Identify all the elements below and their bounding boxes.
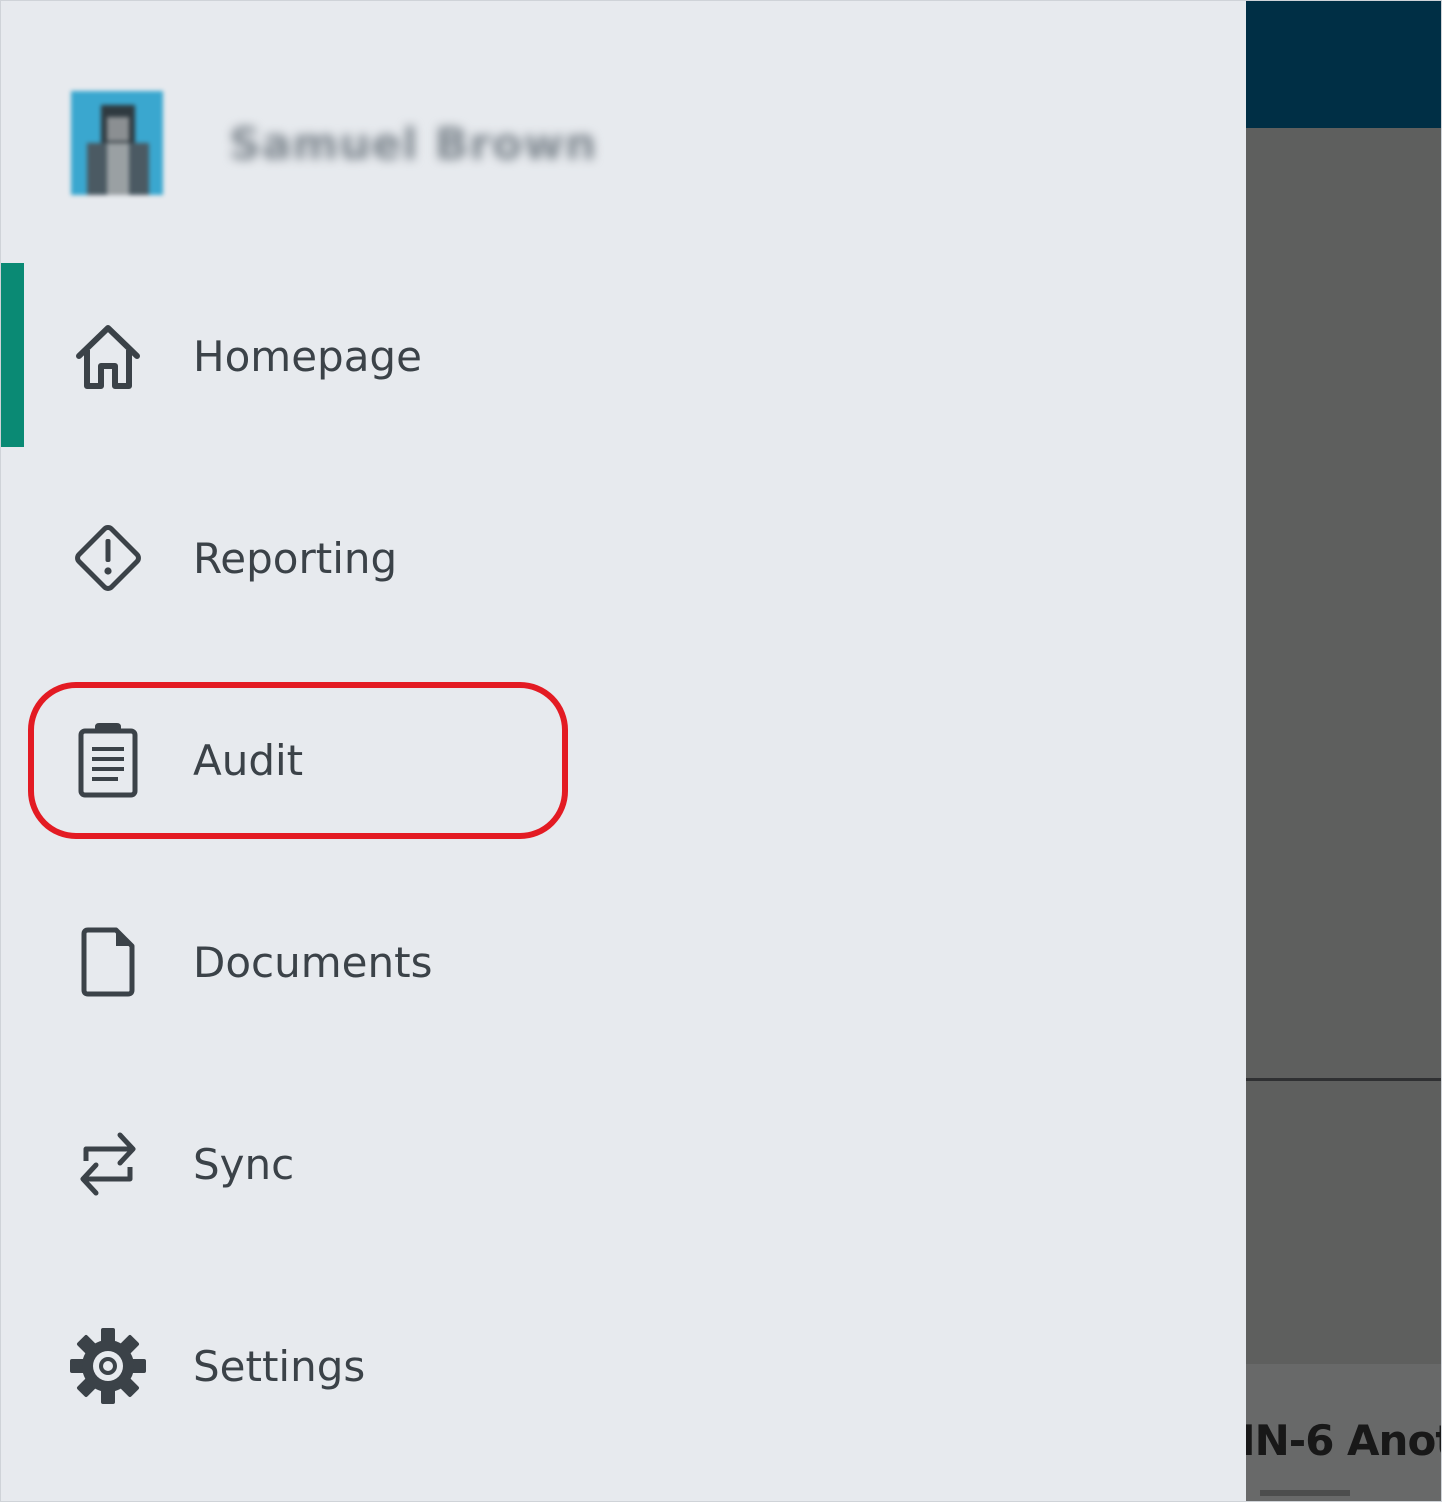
nav-item-documents[interactable]: Documents (1, 902, 601, 1022)
nav-item-sync[interactable]: Sync (1, 1104, 601, 1224)
app-top-bar (1246, 1, 1441, 128)
warning-diamond-icon (67, 517, 149, 599)
nav-item-label: Settings (193, 1341, 366, 1391)
content-divider (1246, 1078, 1441, 1081)
document-icon (67, 921, 149, 1003)
sync-icon (67, 1123, 149, 1205)
user-profile[interactable]: Samuel Brown (57, 79, 597, 209)
nav-item-label: Documents (193, 937, 433, 987)
app-frame: IN-6 Anot Samuel Brown Homepage Reportin… (0, 0, 1442, 1502)
nav-item-label: Sync (193, 1139, 295, 1189)
nav-item-reporting[interactable]: Reporting (1, 498, 601, 618)
content-card: IN-6 Anot (1246, 1364, 1442, 1501)
nav-item-label: Homepage (193, 331, 422, 381)
navigation-drawer: Samuel Brown Homepage Reporting Audit Do… (1, 1, 1246, 1501)
user-name: Samuel Brown (229, 118, 598, 170)
nav-item-label: Reporting (193, 533, 398, 583)
nav-item-homepage[interactable]: Homepage (1, 296, 601, 416)
home-icon (67, 315, 149, 397)
avatar (57, 79, 179, 209)
content-card-subtitle (1260, 1490, 1350, 1496)
gear-icon (67, 1325, 149, 1407)
content-card-title: IN-6 Anot (1246, 1416, 1442, 1465)
main-content-overlay[interactable]: IN-6 Anot (1246, 1, 1442, 1501)
nav-item-settings[interactable]: Settings (1, 1306, 601, 1426)
audit-highlight-annotation (28, 682, 568, 839)
